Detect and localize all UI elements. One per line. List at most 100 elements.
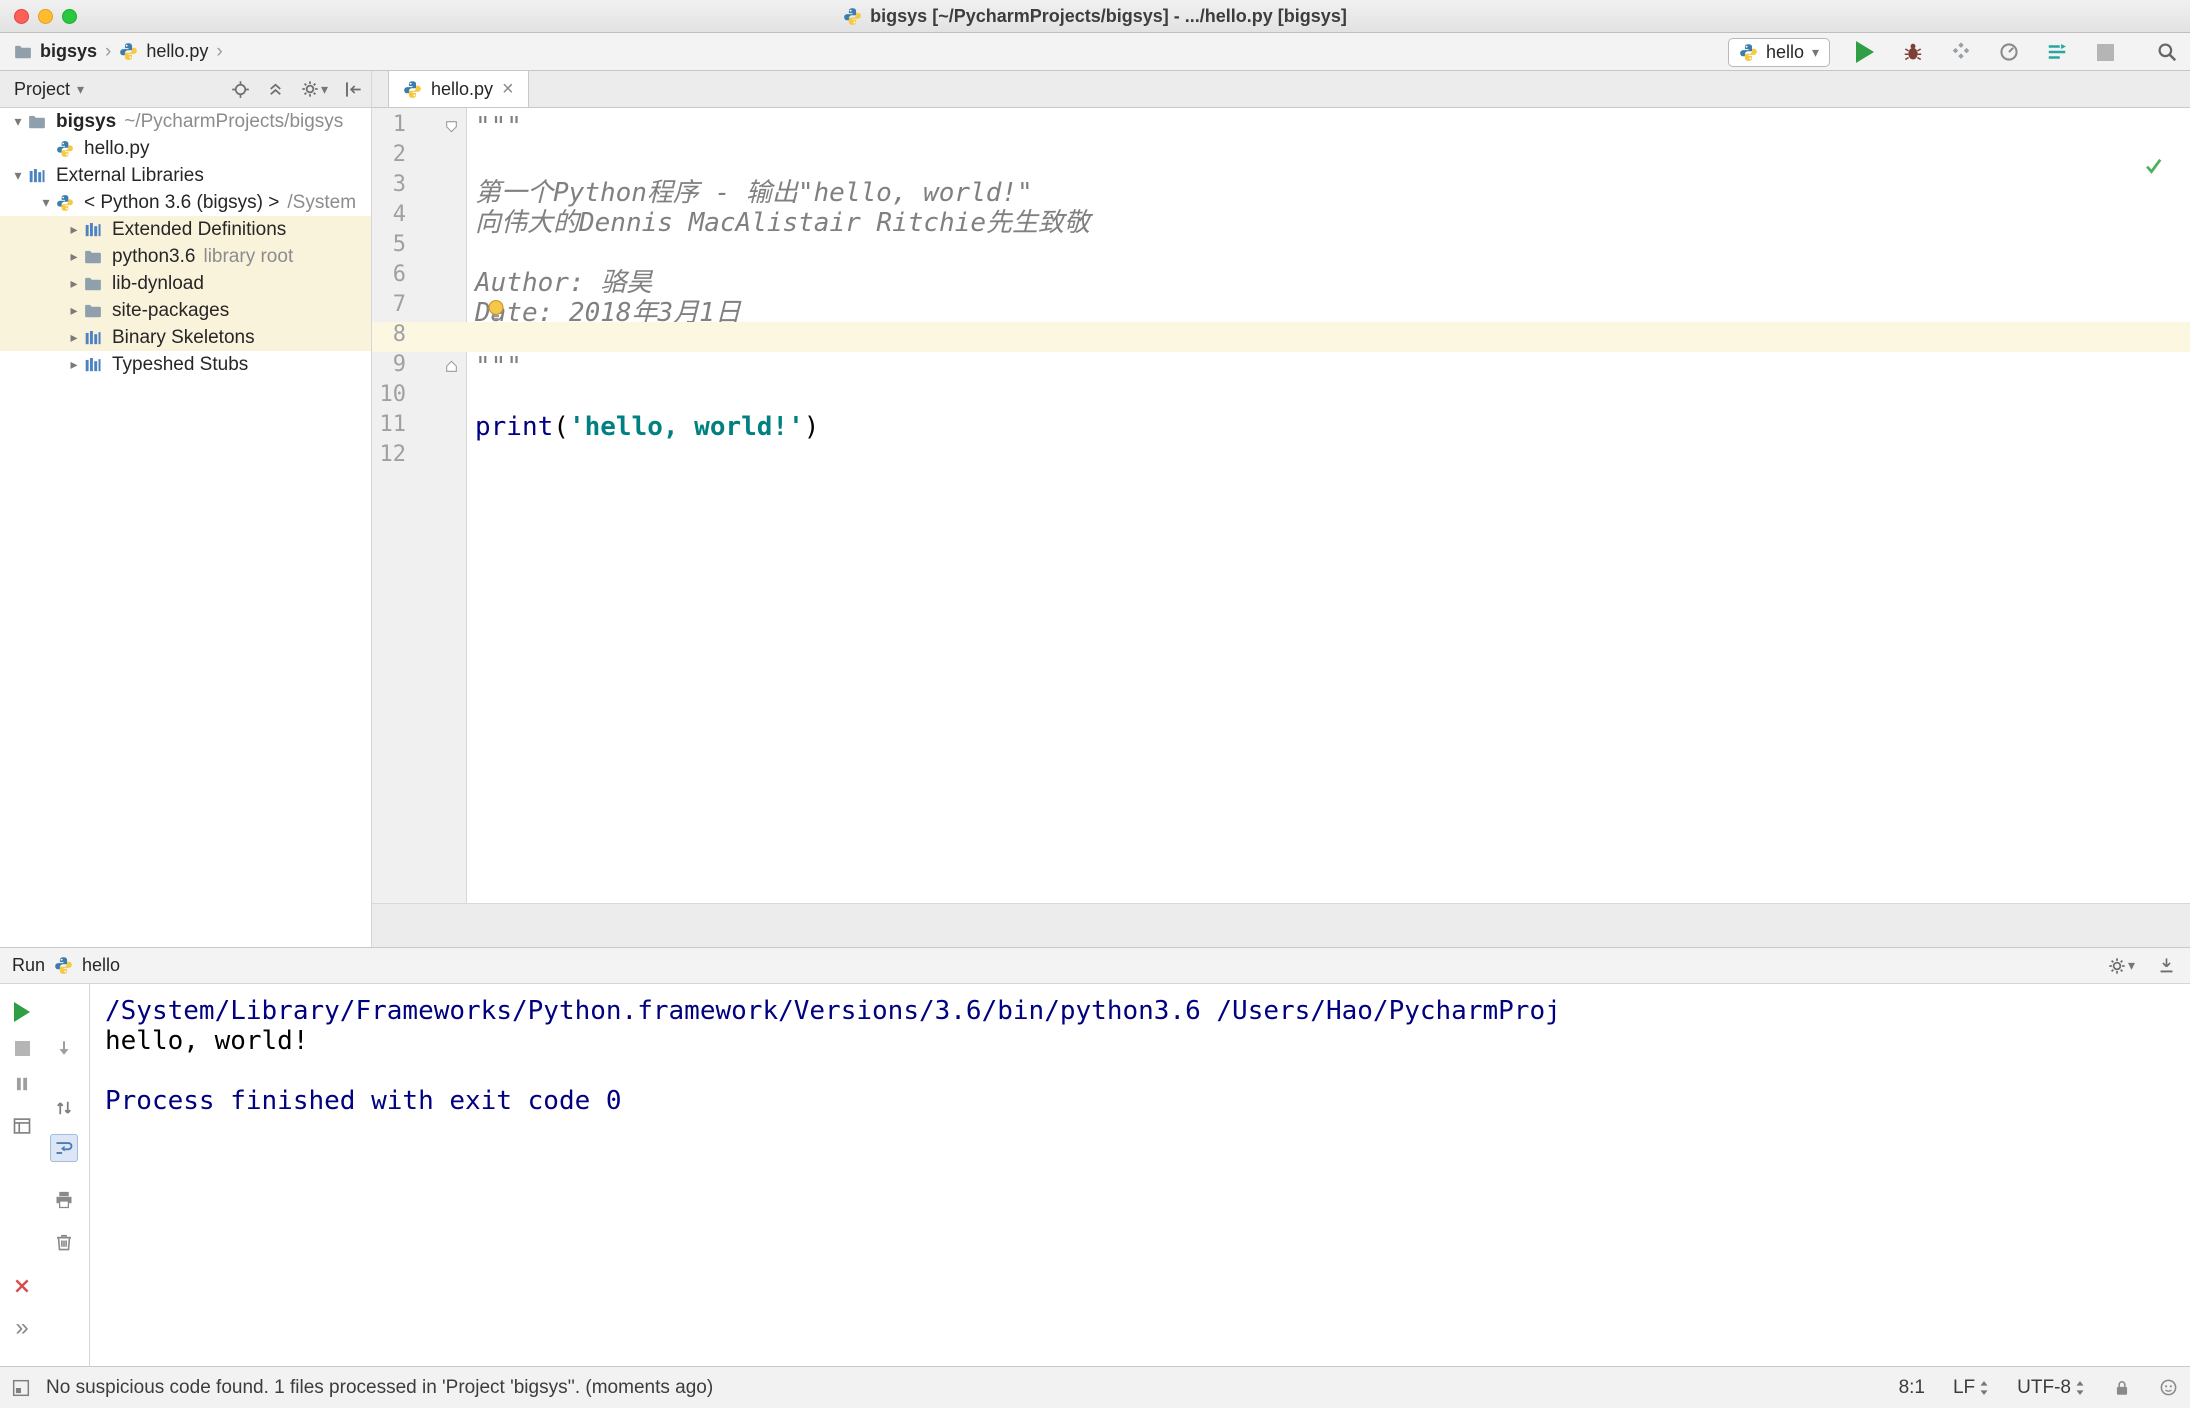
code-line-7[interactable]: 7 Date: 2018年3月1日 bbox=[372, 292, 2190, 328]
tree-item-site-packages[interactable]: ▸ site-packages bbox=[0, 297, 371, 324]
project-panel-header: Project ▾ ▾ bbox=[0, 71, 372, 108]
rerun-button[interactable] bbox=[8, 998, 36, 1026]
code-line-9[interactable]: 9 """ bbox=[372, 352, 2190, 382]
fold-marker-icon[interactable] bbox=[444, 359, 459, 374]
tree-item-python3-6[interactable]: ▸ python3.6 library root bbox=[0, 243, 371, 270]
hector-inspections-icon[interactable] bbox=[2159, 1378, 2178, 1397]
run-settings-button[interactable]: ▾ bbox=[2108, 957, 2135, 975]
print-button[interactable] bbox=[50, 1186, 78, 1214]
profiler-button[interactable] bbox=[1996, 39, 2022, 65]
fold-marker-icon[interactable] bbox=[444, 119, 459, 134]
code-editor[interactable]: 1 """ 2 3 第一个Python程序 - 输出"hello, world!" 4 向伟… bbox=[372, 108, 2190, 903]
tree-item-lib-dynload[interactable]: ▸ lib-dynload bbox=[0, 270, 371, 297]
locate-file-button[interactable] bbox=[231, 80, 250, 99]
code-line-10[interactable]: 10 bbox=[372, 382, 2190, 412]
tree-item-hello-py[interactable]: hello.py bbox=[0, 135, 371, 162]
tree-item-python-3-6-bigsys[interactable]: ▾ < Python 3.6 (bigsys) > /System bbox=[0, 189, 371, 216]
code-line-6[interactable]: 6 Author: 骆昊 bbox=[372, 262, 2190, 298]
coverage-button[interactable] bbox=[1948, 39, 1974, 65]
more-actions-button[interactable]: » bbox=[8, 1314, 36, 1342]
editor-tab-bar: hello.py × bbox=[372, 71, 2190, 108]
tree-item-sublabel: /System bbox=[287, 191, 357, 213]
caret-position[interactable]: 8:1 bbox=[1899, 1377, 1925, 1399]
breadcrumb-item-bigsys[interactable]: bigsys bbox=[40, 41, 97, 62]
collapsed-arrow-icon[interactable]: ▸ bbox=[64, 329, 84, 346]
minimize-window-button[interactable] bbox=[38, 8, 53, 24]
dock-panel-button[interactable] bbox=[2157, 956, 2176, 975]
tree-item-external-libraries[interactable]: ▾ External Libraries bbox=[0, 162, 371, 189]
code-text: Author: 骆昊 bbox=[475, 268, 653, 298]
code-line-2[interactable]: 2 bbox=[372, 142, 2190, 172]
breadcrumb: bigsys › hello.py › bbox=[14, 41, 223, 63]
intention-bulb-icon[interactable] bbox=[484, 298, 508, 322]
close-window-button[interactable] bbox=[14, 8, 29, 24]
toolwindow-switcher-icon[interactable] bbox=[12, 1379, 30, 1397]
run-console[interactable]: /System/Library/Frameworks/Python.framew… bbox=[91, 984, 2190, 1366]
chevron-right-icon: › bbox=[105, 40, 112, 62]
down-stack-button[interactable] bbox=[50, 1034, 78, 1062]
search-everywhere-button[interactable] bbox=[2154, 39, 2180, 65]
hide-panel-button[interactable] bbox=[344, 80, 363, 99]
tree-item-label: Binary Skeletons bbox=[112, 326, 255, 348]
collapsed-arrow-icon[interactable]: ▸ bbox=[64, 302, 84, 319]
line-number: 7 bbox=[392, 292, 406, 317]
folder-icon bbox=[28, 113, 52, 131]
debug-button[interactable] bbox=[1900, 39, 1926, 65]
inspections-ok-icon[interactable] bbox=[2144, 156, 2164, 176]
tree-item-bigsys[interactable]: ▾ bigsys ~/PycharmProjects/bigsys bbox=[0, 108, 371, 135]
stop-process-button[interactable] bbox=[8, 1034, 36, 1062]
titlebar: bigsys [~/PycharmProjects/bigsys] - .../… bbox=[0, 0, 2190, 33]
soft-wrap-button[interactable] bbox=[50, 1134, 78, 1162]
close-panel-button[interactable] bbox=[8, 1272, 36, 1300]
stop-button[interactable] bbox=[2092, 39, 2118, 65]
expanded-arrow-icon[interactable]: ▾ bbox=[8, 167, 28, 184]
tab-hello-py[interactable]: hello.py × bbox=[388, 71, 529, 108]
project-panel-title: Project bbox=[14, 78, 71, 99]
editor-scrollbar-track[interactable] bbox=[372, 903, 2190, 947]
expanded-arrow-icon[interactable]: ▾ bbox=[8, 113, 28, 130]
line-separator-select[interactable]: LF bbox=[1953, 1377, 1989, 1399]
pause-output-button[interactable] bbox=[8, 1070, 36, 1098]
run-button[interactable] bbox=[1852, 39, 1878, 65]
line-number: 12 bbox=[379, 442, 407, 467]
tree-item-typeshed-stubs[interactable]: ▸ Typeshed Stubs bbox=[0, 351, 371, 378]
python-icon bbox=[1739, 43, 1758, 62]
code-line-4[interactable]: 4 向伟大的Dennis MacAlistair Ritchie先生致敬 bbox=[372, 202, 2190, 238]
stack-navigate-button[interactable] bbox=[50, 1094, 78, 1122]
code-line-1[interactable]: 1 """ bbox=[372, 112, 2190, 142]
console-line: Process finished with exit code 0 bbox=[105, 1086, 622, 1116]
code-line-5[interactable]: 5 bbox=[372, 232, 2190, 262]
updown-icon bbox=[2076, 1380, 2084, 1395]
expanded-arrow-icon[interactable]: ▾ bbox=[36, 194, 56, 211]
tree-item-extended-definitions[interactable]: ▸ Extended Definitions bbox=[0, 216, 371, 243]
collapse-all-button[interactable] bbox=[266, 80, 285, 99]
code-line-11[interactable]: 11 print('hello, world!') bbox=[372, 412, 2190, 442]
code-text: """ bbox=[475, 352, 522, 382]
concurrency-button[interactable] bbox=[2044, 39, 2070, 65]
restore-layout-button[interactable] bbox=[8, 1112, 36, 1140]
code-line-3[interactable]: 3 第一个Python程序 - 输出"hello, world!" bbox=[372, 172, 2190, 208]
tree-item-binary-skeletons[interactable]: ▸ Binary Skeletons bbox=[0, 324, 371, 351]
collapsed-arrow-icon[interactable]: ▸ bbox=[64, 356, 84, 373]
collapsed-arrow-icon[interactable]: ▸ bbox=[64, 275, 84, 292]
python-file-icon bbox=[403, 80, 422, 99]
encoding-select[interactable]: UTF-8 bbox=[2017, 1377, 2085, 1399]
code-line-12[interactable]: 12 bbox=[372, 442, 2190, 472]
code-line-8[interactable]: 8 bbox=[372, 322, 2190, 352]
zoom-window-button[interactable] bbox=[62, 8, 77, 24]
settings-button[interactable]: ▾ bbox=[301, 80, 328, 98]
tree-item-label: Extended Definitions bbox=[112, 218, 287, 240]
breadcrumb-item-hello-py[interactable]: hello.py bbox=[146, 41, 208, 62]
collapsed-arrow-icon[interactable]: ▸ bbox=[64, 221, 84, 238]
run-configuration-select[interactable]: hello ▾ bbox=[1727, 37, 1830, 67]
collapsed-arrow-icon[interactable]: ▸ bbox=[64, 248, 84, 265]
line-number: 11 bbox=[379, 412, 407, 437]
tree-item-sublabel: library root bbox=[203, 245, 294, 267]
project-tree[interactable]: ▾ bigsys ~/PycharmProjects/bigsys hello.py ▾… bbox=[0, 108, 372, 947]
run-panel-header: Run hello ▾ bbox=[0, 947, 2190, 984]
close-tab-icon[interactable]: × bbox=[502, 79, 514, 99]
readonly-lock-icon[interactable] bbox=[2113, 1379, 2131, 1397]
clear-console-button[interactable] bbox=[50, 1228, 78, 1256]
project-view-select[interactable]: Project ▾ bbox=[14, 79, 84, 100]
